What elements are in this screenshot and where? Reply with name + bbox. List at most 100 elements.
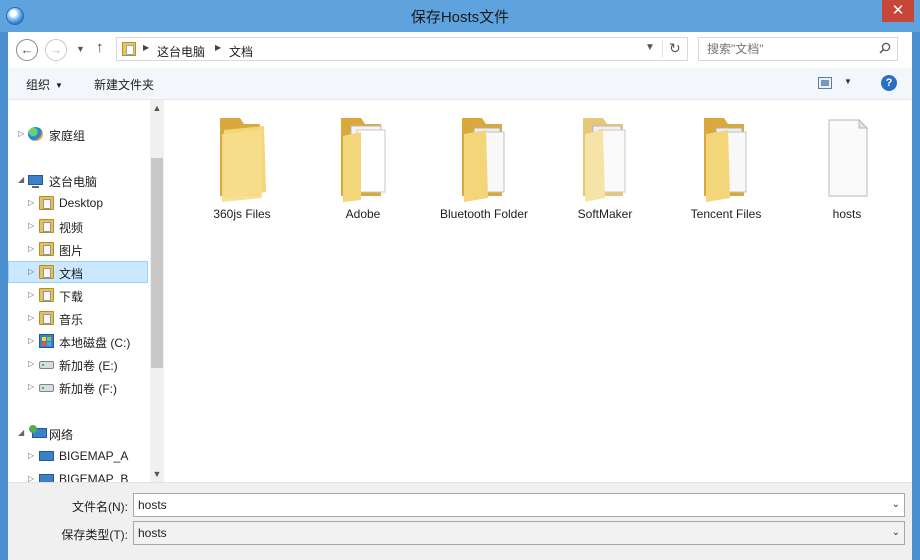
window-title: 保存Hosts文件 — [410, 9, 510, 26]
computer-icon — [28, 175, 43, 188]
nav-item-network[interactable]: ◢ 网络 — [8, 423, 148, 445]
nav-item-label: 家庭组 — [49, 129, 86, 143]
chevron-down-icon[interactable]: ⌄ — [892, 527, 900, 538]
title-bar: 保存Hosts文件 ✕ — [0, 0, 920, 32]
folder-with-documents-icon — [462, 118, 505, 202]
nav-item-label: 新加卷 (E:) — [59, 359, 118, 373]
view-options-icon[interactable] — [818, 77, 832, 89]
expand-icon[interactable]: ▷ — [28, 359, 34, 368]
file-item-360js-files[interactable]: 360js Files — [192, 110, 292, 250]
chevron-down-icon: ▼ — [55, 81, 63, 90]
view-dropdown-icon[interactable]: ▼ — [844, 77, 852, 86]
nav-item-videos[interactable]: ▷ 视频 — [8, 216, 148, 238]
nav-item-documents[interactable]: ▷ 文档 — [8, 261, 148, 283]
nav-item-label: 视频 — [59, 221, 84, 235]
scroll-up-icon[interactable]: ▲ — [150, 100, 164, 116]
forward-arrow-icon: → — [49, 42, 63, 57]
nav-item-label: BIGEMAP_A — [59, 449, 129, 463]
search-box[interactable] — [698, 37, 898, 61]
nav-item-bigemap-b[interactable]: ▷ BIGEMAP_B — [8, 469, 148, 482]
nav-item-label: 网络 — [49, 428, 74, 442]
nav-item-desktop[interactable]: ▷ Desktop — [8, 193, 148, 215]
help-icon[interactable]: ? — [881, 75, 897, 91]
file-name: Tencent Files — [690, 207, 762, 221]
navigation-pane: ▷ 家庭组 ◢ 这台电脑 ▷ Desktop ▷ 视频 ▷ 图片 ▷ 文档 ▷ … — [8, 100, 164, 482]
back-button[interactable]: ← — [16, 39, 38, 61]
nav-item-label: 音乐 — [59, 313, 84, 327]
nav-item-volume-f[interactable]: ▷ 新加卷 (F:) — [8, 377, 148, 399]
up-button[interactable]: ↑ — [96, 39, 104, 56]
expand-icon[interactable]: ▷ — [18, 129, 24, 138]
address-row: ← → ▼ ↑ ▶ 这台电脑 ▶ 文档 ▼ ↻ — [8, 32, 912, 68]
expand-icon[interactable]: ▷ — [28, 198, 34, 207]
file-item-tencent-files[interactable]: Tencent Files — [676, 110, 776, 250]
breadcrumb-documents[interactable]: 文档 — [229, 43, 253, 60]
folder-icon — [220, 118, 266, 202]
nav-item-label: 这台电脑 — [49, 175, 98, 189]
filename-value: hosts — [138, 498, 167, 512]
organize-button[interactable]: 组织 ▼ — [26, 76, 63, 93]
scroll-down-icon[interactable]: ▼ — [150, 466, 164, 482]
file-name: 360js Files — [213, 207, 271, 221]
breadcrumb-separator-icon[interactable]: ▶ — [215, 43, 221, 52]
network-computer-icon — [39, 451, 54, 461]
close-button[interactable]: ✕ — [882, 0, 914, 22]
address-bar[interactable]: ▶ 这台电脑 ▶ 文档 ▼ ↻ — [116, 37, 688, 61]
search-icon[interactable] — [879, 42, 891, 54]
refresh-icon[interactable]: ↻ — [669, 40, 681, 57]
nav-item-this-pc[interactable]: ◢ 这台电脑 — [8, 170, 148, 192]
folder-icon — [39, 219, 54, 233]
nav-item-pictures[interactable]: ▷ 图片 — [8, 239, 148, 261]
breadcrumb-this-pc[interactable]: 这台电脑 — [157, 43, 205, 60]
expand-icon[interactable]: ▷ — [28, 221, 34, 230]
address-divider — [662, 40, 663, 58]
expand-icon[interactable]: ▷ — [28, 451, 34, 460]
organize-label: 组织 — [26, 78, 51, 92]
expand-icon[interactable]: ▷ — [28, 382, 34, 391]
expand-icon[interactable]: ▷ — [28, 474, 34, 482]
command-bar: 组织 ▼ 新建文件夹 ▼ ? — [8, 68, 912, 100]
file-name: Bluetooth Folder — [439, 207, 529, 221]
chevron-down-icon[interactable]: ⌄ — [892, 499, 900, 510]
expand-icon[interactable]: ▷ — [28, 336, 34, 345]
filetype-select[interactable]: hosts ⌄ — [133, 521, 905, 545]
filetype-label: 保存类型(T): — [61, 528, 128, 542]
nav-item-bigemap-a[interactable]: ▷ BIGEMAP_A — [8, 446, 148, 468]
folder-icon — [39, 242, 54, 256]
drive-icon — [39, 384, 54, 392]
network-icon — [29, 425, 47, 438]
search-input[interactable] — [699, 38, 869, 60]
file-item-softmaker[interactable]: SoftMaker — [555, 110, 655, 250]
forward-button[interactable]: → — [45, 39, 67, 61]
file-item-adobe[interactable]: Adobe — [313, 110, 413, 250]
expand-icon[interactable]: ▷ — [28, 313, 34, 322]
breadcrumb-separator-icon[interactable]: ▶ — [143, 43, 149, 52]
expand-icon[interactable]: ▷ — [28, 244, 34, 253]
file-name: SoftMaker — [577, 207, 633, 221]
nav-item-music[interactable]: ▷ 音乐 — [8, 308, 148, 330]
nav-item-downloads[interactable]: ▷ 下载 — [8, 285, 148, 307]
expand-icon[interactable]: ▷ — [28, 290, 34, 299]
nav-item-label: BIGEMAP_B — [59, 472, 129, 482]
filetype-value: hosts — [138, 526, 167, 540]
dialog-body: ← → ▼ ↑ ▶ 这台电脑 ▶ 文档 ▼ ↻ 组织 ▼ 新建文件夹 ▼ ? — [8, 32, 912, 560]
collapse-icon[interactable]: ◢ — [18, 175, 24, 184]
address-dropdown-icon[interactable]: ▼ — [645, 42, 655, 53]
file-item-bluetooth-folder[interactable]: Bluetooth Folder — [434, 110, 534, 250]
scrollbar-thumb[interactable] — [151, 158, 163, 368]
collapse-icon[interactable]: ◢ — [18, 428, 24, 437]
folder-with-documents-icon — [341, 118, 386, 202]
nav-item-volume-e[interactable]: ▷ 新加卷 (E:) — [8, 354, 148, 376]
folder-with-documents-icon — [583, 118, 626, 202]
new-folder-button[interactable]: 新建文件夹 — [94, 76, 154, 93]
nav-scrollbar[interactable]: ▲ ▼ — [150, 100, 164, 482]
nav-item-local-disk-c[interactable]: ▷ 本地磁盘 (C:) — [8, 331, 148, 353]
nav-item-homegroup[interactable]: ▷ 家庭组 — [8, 124, 148, 146]
nav-item-label: 图片 — [59, 244, 84, 258]
file-item-hosts[interactable]: hosts — [797, 110, 897, 250]
nav-item-label: 下载 — [59, 290, 84, 304]
recent-locations-button[interactable]: ▼ — [76, 44, 85, 54]
filename-field[interactable]: hosts ⌄ — [133, 493, 905, 517]
folder-icon — [39, 265, 54, 279]
expand-icon[interactable]: ▷ — [28, 267, 34, 276]
